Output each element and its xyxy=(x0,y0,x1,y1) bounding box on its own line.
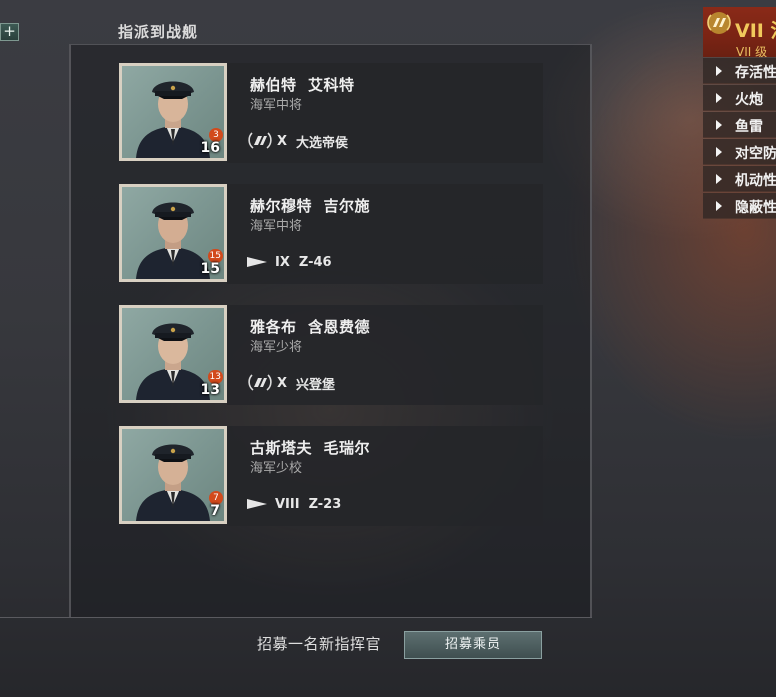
recruit-prompt: 招募一名新指挥官 xyxy=(257,635,382,653)
premium-laurel-icon xyxy=(248,374,272,391)
commander-level: 16 xyxy=(200,140,220,156)
commander-rank: 海军中将 xyxy=(250,98,303,113)
commander-card[interactable]: 13 13 雅各布 含恩费德 海军少将 X 兴登堡 xyxy=(119,305,543,405)
ship-tier: X xyxy=(277,133,288,149)
expand-arrow-icon xyxy=(716,201,722,211)
stat-artillery[interactable]: 火炮 xyxy=(703,85,776,111)
premium-laurel-icon xyxy=(248,132,272,149)
recruit-crew-button[interactable]: 招募乘员 xyxy=(404,631,542,659)
ship-name: Z-46 xyxy=(298,254,332,270)
stat-maneuverability[interactable]: 机动性 xyxy=(703,166,776,192)
ship-name: Z-23 xyxy=(308,496,342,512)
ship-tier: IX xyxy=(275,254,290,270)
ship-tier: VIII xyxy=(275,496,300,512)
ship-stats-list: 存活性 火炮 鱼雷 对空防 机动性 隐蔽性 xyxy=(703,58,776,220)
commander-portrait: 13 13 xyxy=(119,305,227,403)
commander-card[interactable]: 3 16 赫伯特 艾科特 海军中将 X 大选帝侯 xyxy=(119,63,543,163)
expand-arrow-icon xyxy=(716,120,722,130)
ship-name: 兴登堡 xyxy=(296,377,336,393)
stat-concealment[interactable]: 隐蔽性 xyxy=(703,193,776,219)
commander-portrait: 15 15 xyxy=(119,184,227,282)
expand-arrow-icon xyxy=(716,174,722,184)
commander-name: 赫尔穆特 吉尔施 xyxy=(250,197,370,215)
destroyer-flag-icon xyxy=(247,499,267,509)
commander-portrait: 7 7 xyxy=(119,426,227,524)
ship-tier-roman: VII 泫 xyxy=(735,20,776,42)
assigned-ship: IX Z-46 xyxy=(247,251,332,273)
commander-level: 15 xyxy=(200,261,220,277)
ship-tier: X xyxy=(277,375,288,391)
expand-arrow-icon xyxy=(716,66,722,76)
expand-arrow-icon xyxy=(716,93,722,103)
commander-rank: 海军少将 xyxy=(250,340,303,355)
stat-torpedoes[interactable]: 鱼雷 xyxy=(703,112,776,138)
commander-rank: 海军中将 xyxy=(250,219,303,234)
destroyer-flag-icon xyxy=(247,257,267,267)
ship-tier-label: VII 级 xyxy=(736,45,768,57)
commander-card[interactable]: 7 7 古斯塔夫 毛瑞尔 海军少校 VIII Z-23 xyxy=(119,426,543,526)
premium-laurel-icon xyxy=(707,12,731,34)
assigned-ship: X 兴登堡 xyxy=(247,372,335,394)
divider xyxy=(0,617,592,618)
ship-name: 大选帝侯 xyxy=(296,135,349,151)
commander-name: 雅各布 含恩费德 xyxy=(250,318,370,336)
commander-level: 13 xyxy=(200,382,220,398)
expand-arrow-icon xyxy=(716,147,722,157)
commander-name: 古斯塔夫 毛瑞尔 xyxy=(250,439,370,457)
commander-card[interactable]: 15 15 赫尔穆特 吉尔施 海军中将 IX Z-46 xyxy=(119,184,543,284)
assigned-ship: X 大选帝侯 xyxy=(247,130,348,152)
commander-portrait: 3 16 xyxy=(119,63,227,161)
commander-rank: 海军少校 xyxy=(250,461,303,476)
commander-level: 7 xyxy=(210,503,220,519)
assigned-ship: VIII Z-23 xyxy=(247,493,341,515)
stat-aa-defense[interactable]: 对空防 xyxy=(703,139,776,165)
ship-tier-header: VII 泫 VII 级 xyxy=(703,7,776,57)
stat-survivability[interactable]: 存活性 xyxy=(703,58,776,84)
panel-title: 指派到战舰 xyxy=(118,23,199,41)
commander-name: 赫伯特 艾科特 xyxy=(250,76,355,94)
expand-panel-button[interactable]: + xyxy=(0,23,19,41)
officer-portrait-icon xyxy=(136,444,210,521)
